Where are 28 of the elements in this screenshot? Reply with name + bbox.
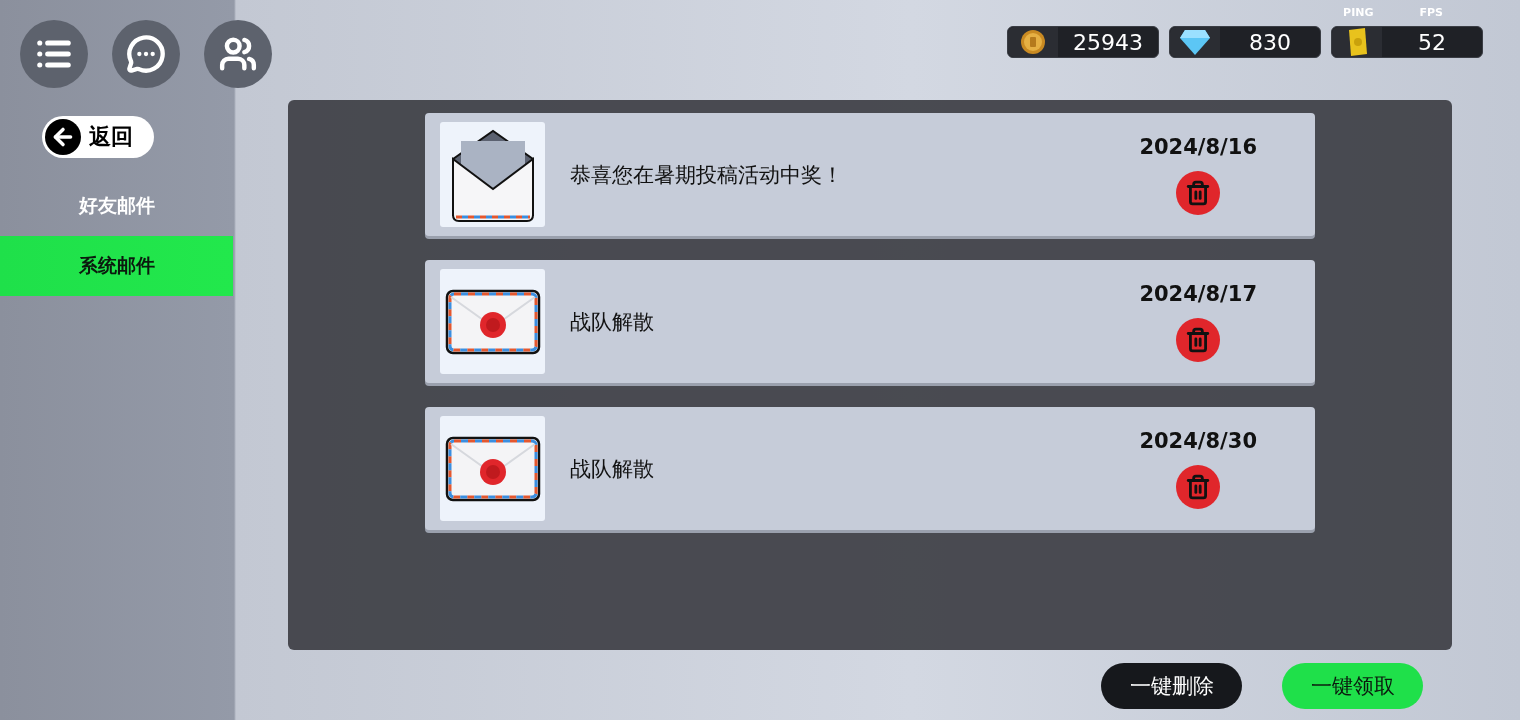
trash-icon — [1185, 326, 1212, 353]
diamond-icon — [1179, 28, 1211, 56]
mail-row[interactable]: 战队解散 2024/8/17 — [425, 260, 1315, 383]
mail-date: 2024/8/16 — [1139, 134, 1257, 159]
sealed-envelope-icon — [444, 288, 541, 355]
mail-row[interactable]: 恭喜您在暑期投稿活动中奖！ 2024/8/16 — [425, 113, 1315, 236]
back-button[interactable]: 返回 — [42, 116, 154, 158]
mail-date: 2024/8/17 — [1139, 281, 1257, 306]
currency-amount: 25943 — [1072, 29, 1144, 55]
ticket-icon — [1346, 28, 1368, 56]
trash-icon — [1185, 179, 1212, 206]
mail-tab[interactable]: 系统邮件 — [0, 236, 233, 296]
mail-subject: 战队解散 — [570, 455, 655, 483]
trash-icon — [1185, 473, 1212, 500]
mail-row[interactable]: 战队解散 2024/8/30 — [425, 407, 1315, 530]
claim-all-button[interactable]: 一键领取 — [1282, 663, 1423, 709]
currency-amount: 830 — [1248, 29, 1292, 55]
currency-amount: 52 — [1417, 29, 1447, 55]
mail-subject: 恭喜您在暑期投稿活动中奖！ — [570, 161, 844, 189]
chat-bubble-icon — [126, 34, 166, 74]
people-icon — [219, 35, 257, 73]
delete-all-button[interactable]: 一键删除 — [1101, 663, 1242, 709]
ping-label: PING — [1343, 6, 1374, 19]
mail-date: 2024/8/30 — [1139, 428, 1257, 453]
sealed-envelope-icon — [444, 435, 541, 502]
mail-subject: 战队解散 — [570, 308, 655, 336]
coin-icon — [1020, 29, 1046, 55]
fps-label: FPS — [1419, 6, 1443, 19]
